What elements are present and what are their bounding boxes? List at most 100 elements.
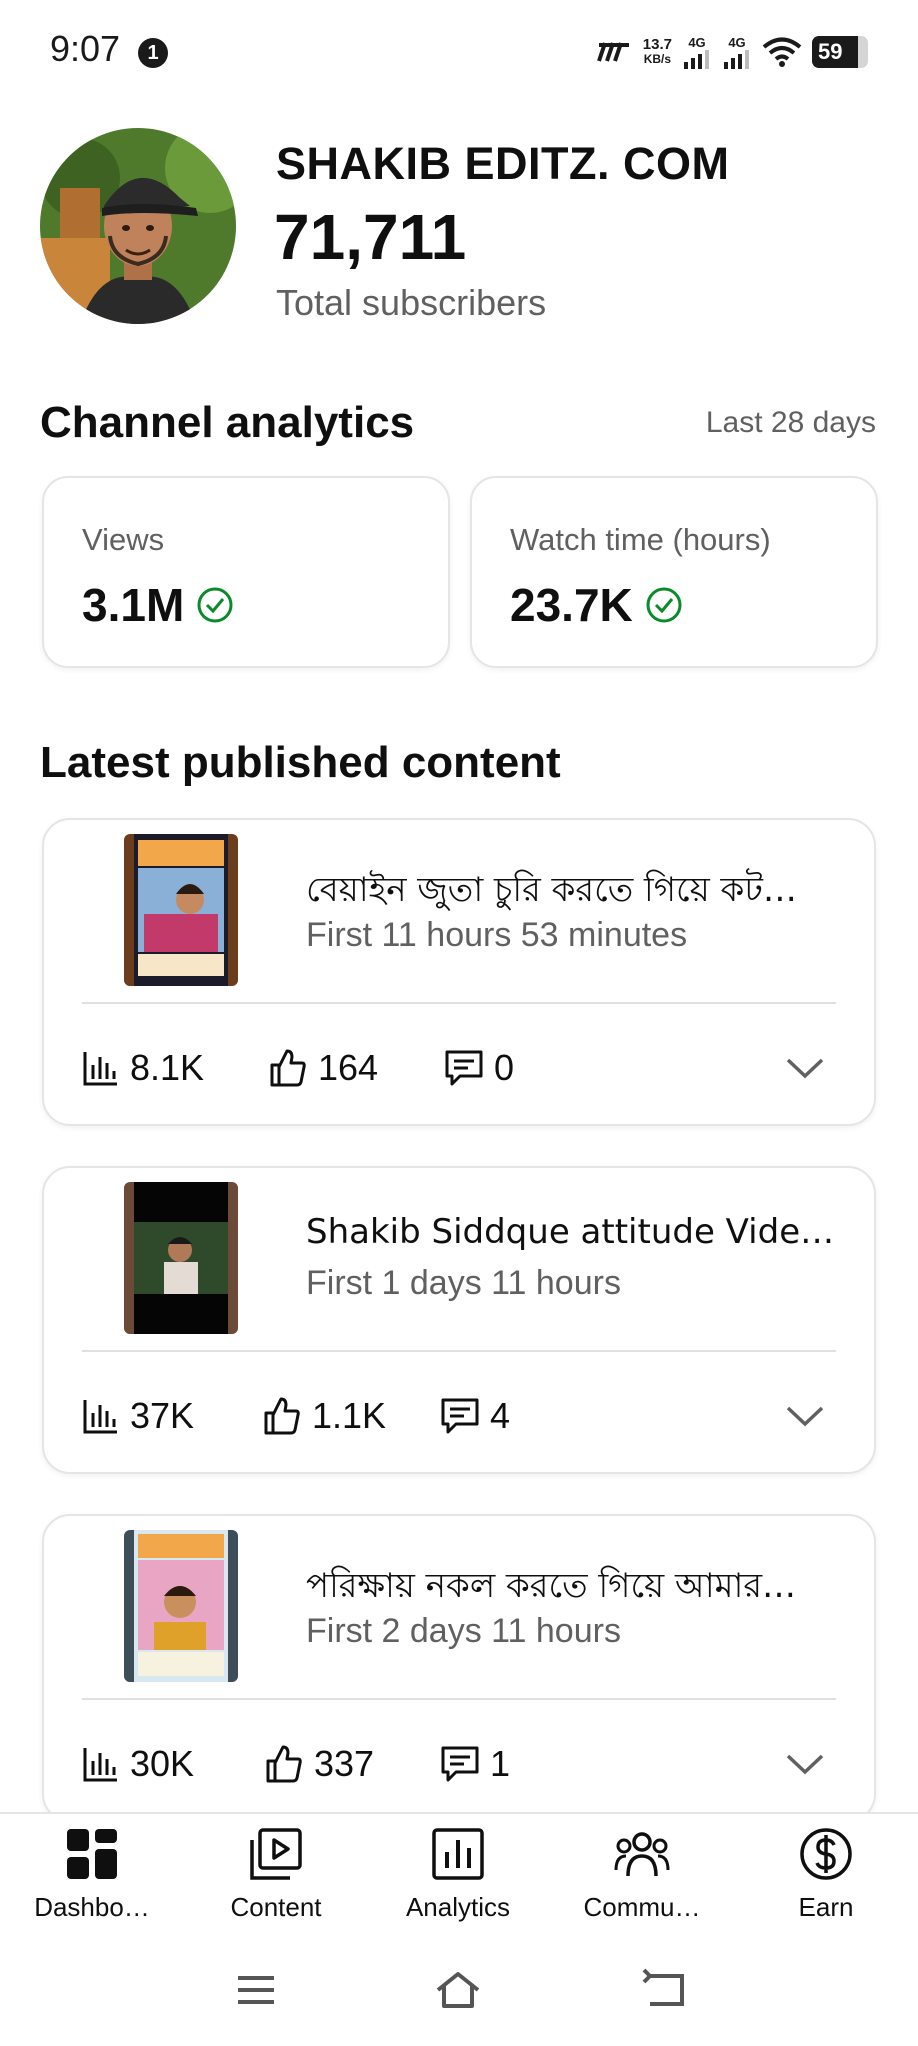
views-count: 37K (130, 1395, 195, 1436)
dashboard-icon (67, 1829, 117, 1879)
status-icons: 13.7 KB/s 4G 4G 59 (595, 30, 868, 74)
signal-bars-icon (724, 49, 749, 69)
views-stat: 8.1K (82, 1047, 268, 1089)
nav-label-content: Content (230, 1892, 322, 1922)
video-period: First 11 hours 53 minutes (306, 916, 688, 954)
views-count: 30K (130, 1743, 195, 1784)
chevron-down-icon[interactable] (784, 1746, 826, 1782)
card-divider (82, 1698, 836, 1700)
net-speed: 13.7 KB/s (643, 37, 672, 67)
card-divider (82, 1002, 836, 1004)
wifi-icon (762, 37, 802, 67)
bar-chart-icon (83, 1052, 117, 1086)
battery-icon: 59 (812, 36, 868, 68)
comments-count: 1 (490, 1743, 511, 1784)
content-card[interactable]: পরিক্ষায় নকল করতে গিয়ে আমার… First 2 d… (42, 1514, 876, 1822)
nav-item-analytics[interactable]: Analytics (368, 1826, 548, 1930)
nav-item-earn[interactable]: Earn (736, 1826, 916, 1930)
back-icon[interactable] (640, 1968, 688, 2012)
avatar-illustration (40, 128, 236, 324)
content-card[interactable]: Shakib Siddque attitude Vide… First 1 da… (42, 1166, 876, 1474)
latest-content-title: Latest published content (40, 738, 561, 787)
comments-stat: 0 (444, 1047, 514, 1089)
community-icon (614, 1832, 670, 1877)
system-navigation (0, 1934, 918, 2046)
likes-stat: 164 (268, 1047, 444, 1089)
comments-count: 0 (494, 1047, 515, 1088)
comments-stat: 4 (440, 1395, 510, 1437)
nav-label-dashboard: Dashbo… (34, 1892, 150, 1922)
thumbnail-image (124, 834, 238, 986)
video-thumbnail[interactable] (124, 1182, 238, 1334)
views-stat: 30K (82, 1743, 264, 1785)
nav-item-dashboard[interactable]: Dashbo… (2, 1826, 182, 1930)
bar-chart-icon (83, 1748, 117, 1782)
video-stats: 8.1K 164 0 (82, 1040, 514, 1096)
nav-label-earn: Earn (798, 1892, 854, 1922)
analytics-title: Channel analytics (40, 398, 415, 447)
likes-count: 164 (318, 1047, 379, 1088)
thumbs-up-icon (266, 1745, 302, 1783)
card-divider (82, 1350, 836, 1352)
video-thumbnail[interactable] (124, 834, 238, 986)
chevron-down-icon[interactable] (784, 1398, 826, 1434)
menu-icon[interactable] (232, 1968, 280, 2012)
check-circle-icon (646, 587, 682, 623)
thumbnail-image (124, 1530, 238, 1682)
comments-stat: 1 (440, 1743, 510, 1785)
video-period: First 2 days 11 hours (306, 1612, 621, 1650)
likes-stat: 1.1K (262, 1395, 440, 1437)
video-stats: 30K 337 1 (82, 1736, 510, 1792)
video-period: First 1 days 11 hours (306, 1264, 621, 1302)
signal-2: 4G (722, 36, 752, 69)
nav-item-content[interactable]: Content (186, 1826, 366, 1930)
video-title[interactable]: Shakib Siddque attitude Vide… (306, 1212, 846, 1252)
home-icon[interactable] (434, 1968, 482, 2012)
nav-item-community[interactable]: Commu… (552, 1826, 732, 1930)
chevron-down-icon[interactable] (784, 1050, 826, 1086)
bottom-navigation: Dashbo… Content Analytics Commu… Earn (0, 1812, 918, 1934)
video-stats: 37K 1.1K 4 (82, 1388, 510, 1444)
views-label: Views (82, 522, 165, 557)
signal-2-label: 4G (728, 34, 746, 50)
thumbnail-image (124, 1182, 238, 1334)
notification-badge: 1 (138, 38, 168, 68)
thumbs-up-icon (264, 1397, 300, 1435)
comment-icon (441, 1746, 479, 1782)
watch-time-value: 23.7K (510, 579, 633, 631)
status-time: 9:07 (50, 28, 121, 69)
video-title[interactable]: পরিক্ষায় নকল করতে গিয়ে আমার… (306, 1560, 846, 1617)
net-speed-value: 13.7 (642, 36, 672, 53)
analytics-icon (432, 1828, 484, 1880)
views-stat: 37K (82, 1395, 262, 1437)
signal-bars-icon (684, 49, 709, 69)
check-circle-icon (197, 587, 233, 623)
date-range-label: Last 28 days (705, 406, 876, 439)
watch-time-label: Watch time (hours) (510, 522, 771, 557)
battery-level: 59 (818, 39, 843, 64)
signal-1: 4G (682, 36, 712, 69)
status-bar: 9:07 1 13.7 KB/s 4G 4G 59 (0, 0, 918, 104)
channel-avatar[interactable] (40, 128, 236, 324)
carrier-logo-icon (596, 42, 629, 62)
views-count: 8.1K (130, 1047, 205, 1088)
content-card[interactable]: বেয়াইন জুতা চুরি করতে গিয়ে কট… First 1… (42, 818, 876, 1126)
thumbs-up-icon (270, 1049, 306, 1087)
likes-count: 337 (314, 1743, 375, 1784)
video-thumbnail[interactable] (124, 1530, 238, 1682)
views-value: 3.1M (82, 579, 185, 631)
channel-name: SHAKIB EDITZ. COM (276, 138, 730, 189)
video-title[interactable]: বেয়াইন জুতা চুরি করতে গিয়ে কট… (306, 864, 846, 921)
views-card[interactable]: Views 3.1M (42, 476, 450, 668)
earn-icon (800, 1828, 852, 1880)
content-icon (250, 1828, 302, 1880)
bar-chart-icon (83, 1400, 117, 1434)
watch-time-card[interactable]: Watch time (hours) 23.7K (470, 476, 878, 668)
comment-icon (445, 1050, 483, 1086)
subscriber-label: Total subscribers (276, 282, 547, 323)
nav-label-analytics: Analytics (405, 1892, 511, 1922)
comment-icon (441, 1398, 479, 1434)
likes-count: 1.1K (312, 1395, 387, 1436)
net-speed-unit: KB/s (643, 52, 672, 66)
nav-label-community: Commu… (583, 1892, 701, 1922)
